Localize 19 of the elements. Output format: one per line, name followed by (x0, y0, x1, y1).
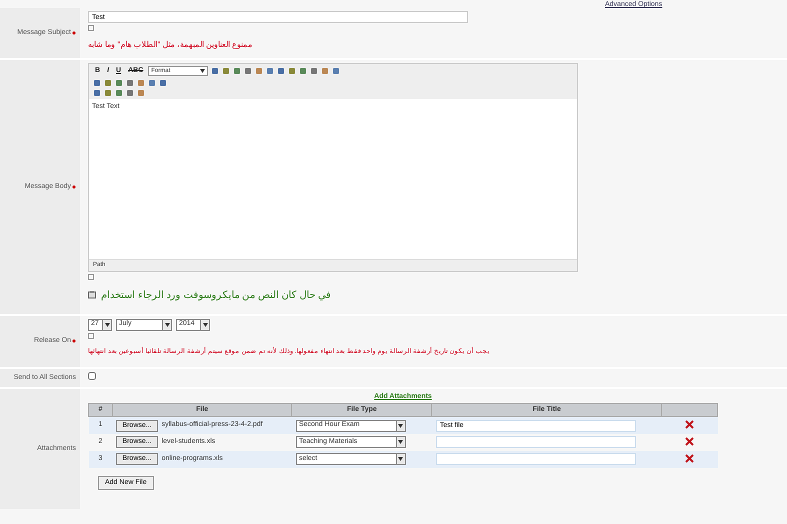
delete-icon[interactable] (685, 436, 694, 446)
caret-icon[interactable] (396, 437, 405, 448)
word-paste-note: في حال كان النص من مايكروسوفت ورد الرجاء استخدام (101, 288, 332, 302)
subject-warning: ممنوع العناوين المبهمة، مثل "الطلاب هام" وما شابه (88, 39, 254, 51)
send-all-checkbox[interactable] (88, 372, 96, 380)
delete-icon[interactable] (685, 454, 694, 463)
file-title-field[interactable] (436, 436, 636, 448)
caret-icon[interactable] (396, 454, 405, 464)
file-title-field[interactable] (436, 453, 636, 466)
caret-icon[interactable] (396, 420, 405, 430)
broken-image-icon (88, 332, 94, 338)
delete-icon[interactable] (685, 420, 694, 430)
caret-icon[interactable] (162, 320, 171, 330)
word-paste-icon[interactable] (88, 291, 97, 299)
caret-icon[interactable] (200, 320, 209, 330)
caret-icon[interactable] (102, 320, 111, 330)
broken-image-icon (88, 25, 94, 31)
broken-image-icon (88, 274, 94, 280)
caret-icon[interactable] (200, 69, 206, 74)
